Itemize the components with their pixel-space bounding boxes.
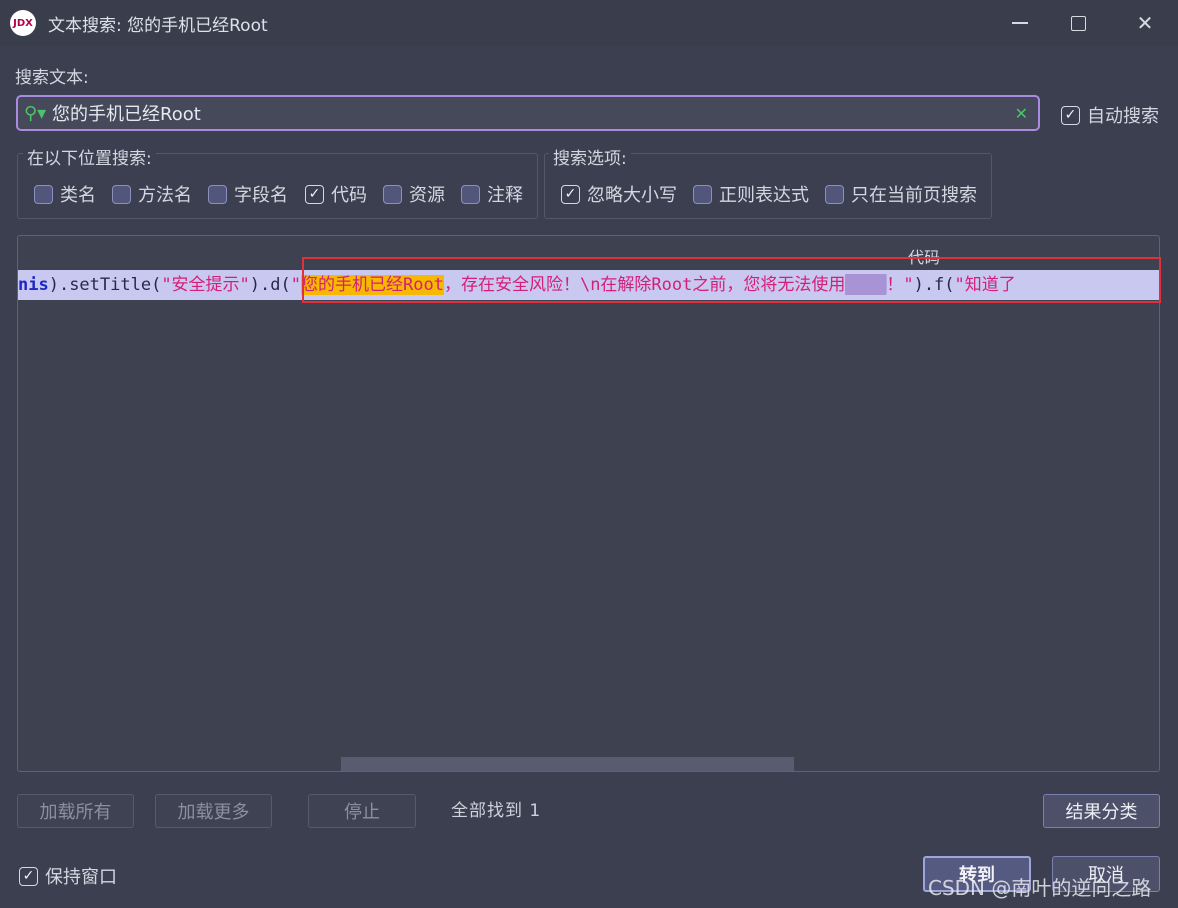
search-input[interactable] — [52, 102, 1015, 124]
checkbox-icon[interactable] — [112, 184, 131, 204]
option-resource[interactable]: 资源 — [383, 181, 445, 207]
column-header-code[interactable]: 代码 — [908, 244, 940, 268]
checkbox-icon[interactable] — [461, 184, 480, 204]
option-label: 忽略大小写 — [587, 185, 677, 206]
code-string: ！" — [886, 275, 914, 295]
code-token: ).f( — [913, 275, 955, 295]
clear-icon[interactable]: ✕ — [1015, 104, 1028, 123]
code-string: "安全提示" — [161, 275, 250, 295]
option-label: 注释 — [487, 185, 523, 206]
minimize-icon — [1012, 22, 1028, 24]
watermark-text: CSDN @南叶的逆向之路 — [928, 876, 1152, 900]
option-ignore-case[interactable]: ✓ 忽略大小写 — [561, 181, 677, 207]
minimize-button[interactable] — [1005, 8, 1035, 38]
code-token: nis — [18, 275, 49, 295]
option-field-name[interactable]: 字段名 — [208, 181, 288, 207]
option-label: 字段名 — [234, 185, 288, 206]
search-match-highlight: 您的手机已经Root — [301, 275, 444, 295]
option-class-name[interactable]: 类名 — [34, 181, 96, 207]
auto-search-checkbox[interactable]: ✓ 自动搜索 — [1061, 102, 1159, 128]
option-label: 资源 — [409, 185, 445, 206]
maximize-icon — [1070, 15, 1086, 31]
option-label: 只在当前页搜索 — [851, 185, 977, 206]
checkbox-checked-icon[interactable]: ✓ — [1061, 105, 1080, 125]
code-string: ，存在安全风险！\n在解除Root之前，您将无法使用 — [443, 275, 846, 295]
option-method-name[interactable]: 方法名 — [112, 181, 192, 207]
redacted-text: ████ — [845, 275, 887, 295]
keep-window-checkbox[interactable]: ✓ 保持窗口 — [19, 863, 117, 889]
close-icon: ✕ — [1136, 11, 1154, 35]
search-in-title: 在以下位置搜索: — [23, 144, 156, 169]
table-row[interactable]: nis).setTitle("安全提示").d("您的手机已经Root，存在安全… — [18, 270, 1159, 300]
found-count: 全部找到 1 — [451, 801, 542, 821]
jadx-logo-icon: JDX — [10, 10, 36, 36]
checkbox-icon[interactable] — [34, 184, 53, 204]
horizontal-scrollbar[interactable] — [341, 757, 794, 771]
option-label: 正则表达式 — [719, 185, 809, 206]
checkbox-icon[interactable] — [693, 184, 712, 204]
search-options-title: 搜索选项: — [549, 144, 631, 169]
keep-window-label: 保持窗口 — [45, 867, 117, 888]
option-label: 类名 — [60, 185, 96, 206]
results-table[interactable]: 代码 nis).setTitle("安全提示").d("您的手机已经Root，存… — [17, 235, 1160, 772]
option-regex[interactable]: 正则表达式 — [693, 181, 809, 207]
maximize-button[interactable] — [1063, 8, 1093, 38]
window-title: 文本搜索: 您的手机已经Root — [48, 15, 268, 36]
checkbox-checked-icon[interactable]: ✓ — [561, 184, 580, 204]
search-icon: ⚲▾ — [24, 102, 47, 124]
option-code[interactable]: ✓ 代码 — [305, 181, 367, 207]
checkbox-icon[interactable] — [825, 184, 844, 204]
option-label: 代码 — [331, 185, 367, 206]
code-token: ).setTitle( — [48, 275, 162, 295]
checkbox-checked-icon[interactable]: ✓ — [305, 184, 324, 204]
checkbox-icon[interactable] — [383, 184, 402, 204]
search-text-label: 搜索文本: — [15, 68, 89, 88]
search-field[interactable]: ⚲▾ ✕ — [16, 95, 1040, 131]
option-current-page[interactable]: 只在当前页搜索 — [825, 181, 977, 207]
close-button[interactable]: ✕ — [1130, 8, 1160, 38]
stop-button[interactable]: 停止 — [308, 794, 416, 828]
auto-search-label: 自动搜索 — [1087, 106, 1159, 127]
code-string: " — [290, 275, 301, 295]
option-comment[interactable]: 注释 — [461, 181, 523, 207]
title-bar: JDX 文本搜索: 您的手机已经Root ✕ — [0, 0, 1178, 46]
group-results-button[interactable]: 结果分类 — [1043, 794, 1160, 828]
option-label: 方法名 — [138, 185, 192, 206]
load-all-button[interactable]: 加载所有 — [17, 794, 134, 828]
checkbox-icon[interactable] — [208, 184, 227, 204]
load-more-button[interactable]: 加载更多 — [155, 794, 272, 828]
code-token: ).d( — [249, 275, 291, 295]
checkbox-checked-icon[interactable]: ✓ — [19, 866, 38, 886]
code-string: "知道了 — [954, 275, 1016, 295]
